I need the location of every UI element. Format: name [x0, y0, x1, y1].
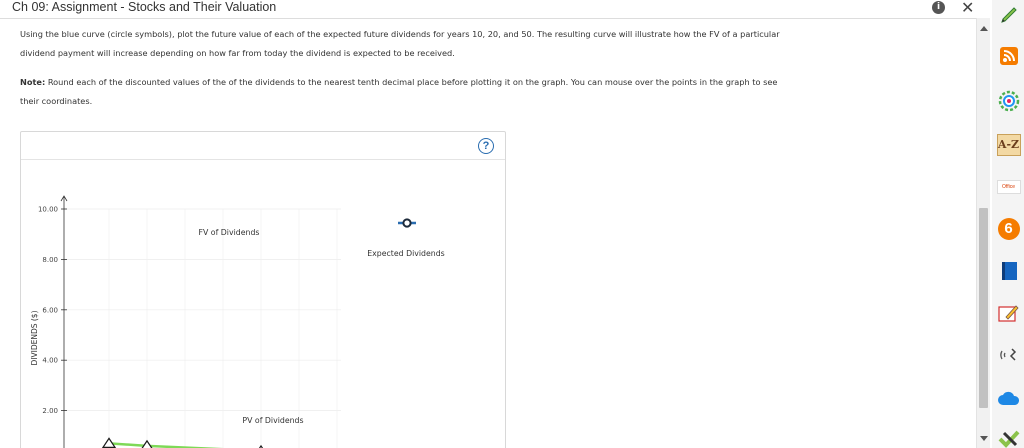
note-icon[interactable] [996, 300, 1021, 325]
scroll-up-arrow-icon[interactable] [980, 26, 988, 31]
book-icon[interactable] [996, 258, 1021, 283]
legend-label: Expected Dividends [367, 249, 445, 258]
y-tick-label: 6.00 [42, 306, 58, 314]
legend-circle-marker[interactable] [402, 218, 412, 228]
office-icon[interactable]: Office [996, 174, 1021, 199]
app-rail: A-Z Office 6 [992, 0, 1024, 448]
legend: Expected Dividends [367, 218, 445, 258]
info-icon[interactable]: i [932, 1, 945, 14]
six-icon[interactable]: 6 [996, 216, 1021, 241]
rss-icon[interactable] [996, 43, 1021, 68]
tick-layer: 2.00 4.00 6.00 8.00 10.00 [38, 206, 67, 415]
y-tick-label: 8.00 [42, 256, 58, 264]
y-axis-arrow-icon [60, 195, 68, 209]
wifi-tool-icon[interactable] [996, 342, 1021, 367]
scroll-thumb[interactable] [979, 208, 988, 408]
graph-panel: ? 2.00 4.00 6.00 8.00 10.00 DIVIDENDS ($) FV… [20, 131, 506, 448]
office-label: Office [1002, 183, 1015, 190]
fv-dividends-label: FV of Dividends [199, 228, 260, 237]
page-scrollbar[interactable] [976, 18, 990, 448]
note-label: Note: [20, 77, 46, 87]
a-z-label: A-Z [997, 138, 1020, 151]
note-paragraph: Note: Round each of the discounted value… [20, 73, 780, 111]
color-wheel-icon[interactable] [996, 88, 1021, 113]
y-tick-label: 2.00 [42, 407, 58, 415]
window-title: Ch 09: Assignment - Stocks and Their Val… [12, 0, 277, 14]
pv-dividends-label: PV of Dividends [242, 416, 303, 425]
close-icon[interactable]: ✕ [961, 0, 974, 17]
divider [0, 18, 976, 19]
note-text: Round each of the discounted values of t… [20, 77, 778, 106]
cloud-icon[interactable] [996, 386, 1021, 411]
y-tick-label: 10.00 [38, 206, 58, 214]
grid-layer [64, 208, 341, 448]
dividend-chart: 2.00 4.00 6.00 8.00 10.00 DIVIDENDS ($) FV o… [30, 195, 445, 448]
top-bar: Ch 09: Assignment - Stocks and Their Val… [0, 0, 990, 18]
y-axis-label: DIVIDENDS ($) [30, 310, 39, 365]
y-tick-label: 4.00 [42, 357, 58, 365]
scroll-down-arrow-icon[interactable] [980, 436, 988, 441]
a-z-icon[interactable]: A-Z [996, 132, 1021, 157]
check-icon[interactable] [996, 426, 1021, 448]
instruction-paragraph: Using the blue curve (circle symbols), p… [20, 29, 780, 58]
pencil-icon[interactable] [996, 2, 1021, 27]
six-label: 6 [1004, 220, 1013, 237]
